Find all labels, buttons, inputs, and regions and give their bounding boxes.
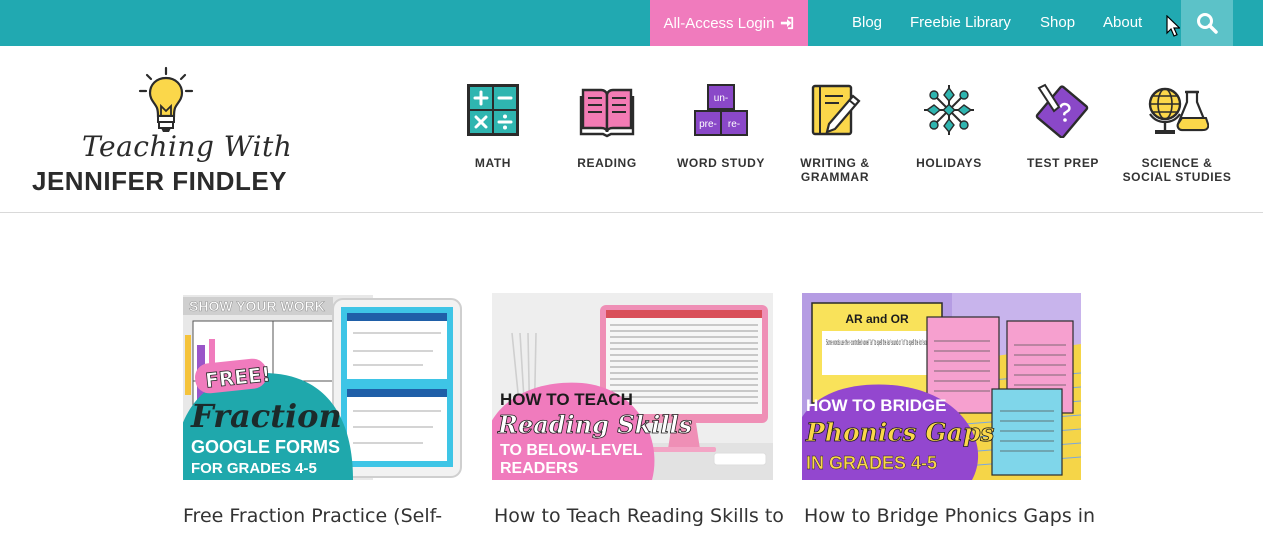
nav-link-about[interactable]: About [1103, 14, 1142, 31]
post-thumbnail[interactable]: HOW TO TEACH Reading Skills TO BELOW-LEV… [492, 293, 773, 480]
globe-flask-icon [1148, 87, 1209, 134]
mouse-cursor-icon [1166, 15, 1180, 37]
post-card-phonics-gaps[interactable]: AR and OR Some words use the r-controlle… [802, 293, 1094, 527]
site-header: Teaching With JENNIFER FINDLEY MATH READ… [0, 46, 1263, 213]
login-label: All-Access Login [663, 14, 775, 32]
svg-text:GOOGLE FORMS: GOOGLE FORMS [191, 437, 340, 457]
site-logo[interactable]: Teaching With JENNIFER FINDLEY [30, 66, 310, 196]
category-label: SCIENCE & SOCIAL STUDIES [1122, 156, 1232, 184]
svg-text:Some words use the r-controlle: Some words use the r-controlled vowel "a… [826, 338, 930, 347]
category-label: MATH [474, 156, 512, 170]
svg-text:Fraction: Fraction [190, 397, 342, 435]
top-bar: All-Access Login Blog Freebie Library Sh… [0, 0, 1263, 46]
search-icon [1197, 13, 1218, 34]
svg-text:un-: un- [714, 93, 728, 104]
svg-text:AR and OR: AR and OR [845, 312, 909, 326]
svg-text:FOR GRADES 4-5: FOR GRADES 4-5 [191, 460, 317, 477]
category-science-social-studies[interactable]: SCIENCE & SOCIAL STUDIES [1120, 82, 1234, 184]
post-thumbnail[interactable]: SHOW YOUR WORK FREE! Fraction GOOGLE FOR… [183, 293, 462, 480]
post-title[interactable]: How to Teach Reading Skills to [494, 505, 784, 527]
notebook-pencil-icon [811, 84, 861, 136]
svg-text:re-: re- [728, 119, 740, 130]
category-test-prep[interactable]: TEST PREP [1006, 82, 1120, 170]
svg-text:TO BELOW-LEVEL: TO BELOW-LEVEL [500, 442, 643, 459]
category-reading[interactable]: READING [550, 82, 664, 170]
svg-text:IN GRADES 4-5: IN GRADES 4-5 [806, 453, 937, 473]
category-label: HOLIDAYS [916, 156, 982, 170]
category-label: TEST PREP [1026, 156, 1100, 170]
snowflake-icon [924, 85, 974, 135]
all-access-login-button[interactable]: All-Access Login [650, 0, 808, 46]
svg-text:Reading Skills: Reading Skills [497, 410, 693, 439]
light-bulb-icon [138, 66, 194, 132]
nav-link-blog[interactable]: Blog [852, 14, 882, 31]
svg-text:READERS: READERS [500, 460, 579, 477]
nav-link-shop[interactable]: Shop [1040, 14, 1075, 31]
svg-text:HOW TO TEACH: HOW TO TEACH [500, 390, 633, 409]
category-label: WORD STUDY [677, 156, 765, 170]
thumbnail-image: SHOW YOUR WORK FREE! Fraction GOOGLE FOR… [183, 293, 462, 480]
svg-text:Phonics Gaps: Phonics Gaps [805, 418, 994, 447]
category-label: WRITING & GRAMMAR [800, 156, 870, 184]
math-icon [467, 84, 519, 136]
post-card-fraction[interactable]: SHOW YOUR WORK FREE! Fraction GOOGLE FOR… [183, 293, 462, 527]
thumbnail-image: HOW TO TEACH Reading Skills TO BELOW-LEV… [492, 293, 773, 480]
logo-script-text: Teaching With [82, 130, 293, 163]
logo-name-text: JENNIFER FINDLEY [32, 166, 288, 196]
post-title[interactable]: How to Bridge Phonics Gaps in [804, 505, 1094, 527]
svg-text:SHOW YOUR WORK: SHOW YOUR WORK [189, 298, 325, 314]
post-card-reading-skills[interactable]: HOW TO TEACH Reading Skills TO BELOW-LEV… [492, 293, 784, 527]
nav-link-freebie-library[interactable]: Freebie Library [910, 14, 1011, 31]
category-word-study[interactable]: un- pre- re- WORD STUDY [664, 82, 778, 170]
search-button[interactable] [1181, 0, 1233, 46]
word-study-icon: un- pre- re- [694, 84, 748, 136]
test-prep-icon [1035, 83, 1089, 138]
sign-in-icon [781, 16, 794, 30]
thumbnail-image: AR and OR Some words use the r-controlle… [802, 293, 1081, 480]
category-label: READING [577, 156, 637, 170]
post-title[interactable]: Free Fraction Practice (Self- [183, 505, 473, 527]
post-thumbnail[interactable]: AR and OR Some words use the r-controlle… [802, 293, 1081, 480]
category-writing-grammar[interactable]: WRITING & GRAMMAR [778, 82, 892, 184]
svg-text:HOW TO BRIDGE: HOW TO BRIDGE [806, 396, 946, 415]
book-icon [579, 88, 635, 138]
category-math[interactable]: MATH [436, 82, 550, 170]
category-holidays[interactable]: HOLIDAYS [892, 82, 1006, 170]
svg-text:pre-: pre- [699, 119, 717, 130]
